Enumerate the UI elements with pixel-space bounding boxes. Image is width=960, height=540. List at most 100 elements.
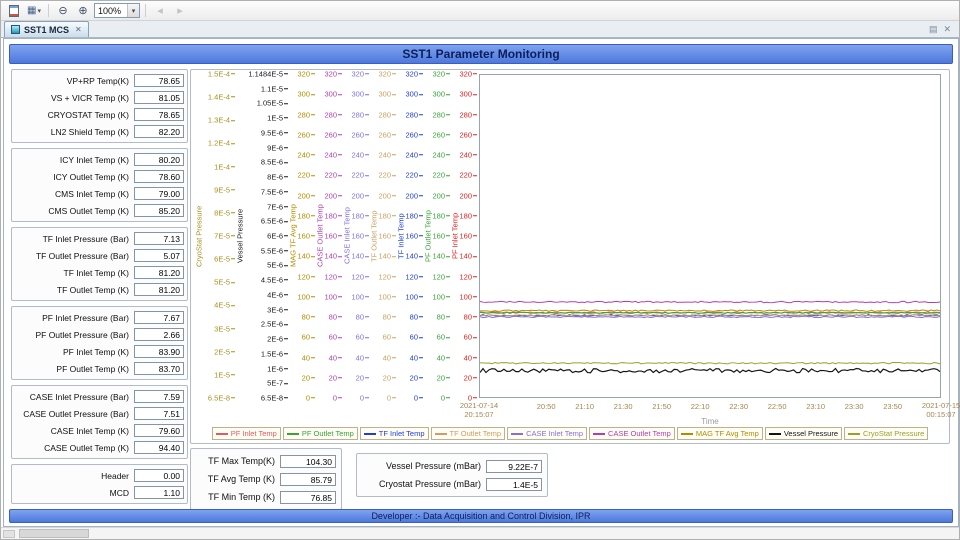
param-label: TF Inlet Pressure (Bar) <box>15 234 134 244</box>
axis-tick: 20 <box>410 374 423 382</box>
param-label: PF Inlet Pressure (Bar) <box>15 313 134 323</box>
param-label: VS + VICR Temp (K) <box>15 93 134 103</box>
axis-tick: 100 <box>297 293 315 301</box>
legend-label: PF Outlet Temp <box>302 429 354 438</box>
legend-swatch <box>511 433 523 435</box>
axis-tick: 180 <box>405 212 423 220</box>
axis-tick: 280 <box>405 111 423 119</box>
param-row: CASE Inlet Temp (K)79.60 <box>15 422 184 439</box>
axis-case-outlet-temp: CASE Outlet Temp320300280260240220200180… <box>315 74 342 398</box>
zoom-select[interactable]: 100% ▾ <box>94 3 140 18</box>
axis-tick: 200 <box>405 192 423 200</box>
axis-tick: 0 <box>306 394 315 402</box>
param-group-1: VP+RP Temp(K)78.65VS + VICR Temp (K)81.0… <box>11 69 188 143</box>
value-readout: 83.90 <box>134 345 184 358</box>
grid-icon: ▦ <box>27 5 36 16</box>
axis-tick: 7.5E-6 <box>261 188 288 196</box>
tabstrip-controls: ▤ ✕ <box>929 24 956 37</box>
axis-tick: 100 <box>324 293 342 301</box>
footer-bar: Developer :- Data Acquisition and Contro… <box>9 509 953 523</box>
legend-item-tf-outlet-temp[interactable]: TF Outlet Temp <box>431 427 506 440</box>
legend-item-pf-outlet-temp[interactable]: PF Outlet Temp <box>283 427 358 440</box>
plot-area[interactable] <box>479 74 941 398</box>
param-row: VP+RP Temp(K)78.65 <box>15 72 184 89</box>
legend-item-case-inlet-temp[interactable]: CASE Inlet Temp <box>507 427 587 440</box>
legend-item-case-outlet-temp[interactable]: CASE Outlet Temp <box>589 427 675 440</box>
tab-close-icon[interactable]: ✕ <box>75 25 82 34</box>
axis-tick: 9E-5 <box>214 186 235 194</box>
axis-tick: 1E-5 <box>214 371 235 379</box>
zoom-in-icon[interactable]: ⊕ <box>74 3 92 19</box>
axis-tick: 100 <box>378 293 396 301</box>
axis-vessel-pressure: Vessel Pressure1.1484E-51.1E-51.05E-51E-… <box>235 74 288 398</box>
axis-tick: 100 <box>405 293 423 301</box>
zoom-out-icon[interactable]: ⊖ <box>54 3 72 19</box>
param-row: TF Inlet Temp (K)81.20 <box>15 264 184 281</box>
axis-tick: 260 <box>378 131 396 139</box>
param-label: CASE Outlet Temp (K) <box>15 443 134 453</box>
tab-list-icon[interactable]: ▤ <box>929 24 938 35</box>
axis-tick: 1.4E-4 <box>208 93 235 101</box>
param-row: TF Avg Temp (K)85.79 <box>196 470 336 488</box>
param-row: PF Inlet Temp (K)83.90 <box>15 343 184 360</box>
axis-tick: 240 <box>324 151 342 159</box>
series-case-outlet-temp <box>480 301 940 302</box>
param-row: Cryostat Pressure (mBar)1.4E-5 <box>362 475 542 493</box>
axis-tick: 220 <box>432 172 450 180</box>
zoom-dropdown-icon[interactable]: ▾ <box>127 4 139 17</box>
param-row: CASE Inlet Pressure (Bar)7.59 <box>15 388 184 405</box>
axis-tick: 60 <box>383 334 396 342</box>
axis-pf-inlet-temp: PF Inlet Temp320300280260240220200180160… <box>450 74 477 398</box>
param-label: TF Outlet Temp (K) <box>15 285 134 295</box>
axis-tick: 80 <box>437 313 450 321</box>
axis-tick: 40 <box>356 354 369 362</box>
axis-tick: 140 <box>297 253 315 261</box>
param-row: PF Outlet Pressure (Bar)2.66 <box>15 326 184 343</box>
axis-tick: 300 <box>324 91 342 99</box>
param-label: ICY Outlet Temp (K) <box>15 172 134 182</box>
param-row: ICY Outlet Temp (K)78.60 <box>15 168 184 185</box>
tf-summary-box: TF Max Temp(K)104.30TF Avg Temp (K)85.79… <box>190 448 342 510</box>
axis-tick: 300 <box>405 91 423 99</box>
x-tick-label: 21:30 <box>614 402 633 411</box>
param-row: CMS Inlet Temp (K)79.00 <box>15 185 184 202</box>
param-row: PF Inlet Pressure (Bar)7.67 <box>15 309 184 326</box>
axis-tick: 40 <box>410 354 423 362</box>
axis-pf-outlet-temp: PF Outlet Temp32030028026024022020018016… <box>423 74 450 398</box>
axis-tick: 200 <box>297 192 315 200</box>
axis-tick: 280 <box>351 111 369 119</box>
legend-item-mag-tf-avg-temp[interactable]: MAG TF Avg Temp <box>677 427 763 440</box>
legend-item-pf-inlet-temp[interactable]: PF Inlet Temp <box>212 427 281 440</box>
param-row: CASE Outlet Pressure (Bar)7.51 <box>15 405 184 422</box>
axis-tick: 200 <box>459 192 477 200</box>
param-label: TF Min Temp (K) <box>196 492 280 502</box>
back-icon[interactable]: ◂ <box>151 3 169 19</box>
axis-tick: 80 <box>302 313 315 321</box>
value-readout: 7.13 <box>134 232 184 245</box>
legend-item-tf-inlet-temp[interactable]: TF Inlet Temp <box>360 427 429 440</box>
tabstrip-close-icon[interactable]: ✕ <box>943 24 951 35</box>
legend-item-cryostat-pressure[interactable]: CryoStat Pressure <box>844 427 928 440</box>
toolbar: ▦▾ ⊖ ⊕ 100% ▾ ◂ ▸ <box>1 1 959 21</box>
param-label: TF Avg Temp (K) <box>196 474 280 484</box>
scrollbar-thumb[interactable] <box>19 529 89 538</box>
export-icon[interactable]: ▦▾ <box>25 3 43 19</box>
report-icon[interactable] <box>5 3 23 19</box>
value-readout: 7.67 <box>134 311 184 324</box>
param-label: Vessel Pressure (mBar) <box>362 461 486 471</box>
tab-sst1-mcs[interactable]: SST1 MCS ✕ <box>4 21 89 37</box>
axis-tick: 4E-6 <box>267 291 288 299</box>
axis-tick: 160 <box>324 232 342 240</box>
param-label: PF Inlet Temp (K) <box>15 347 134 357</box>
axis-tick: 160 <box>297 232 315 240</box>
value-readout: 85.79 <box>280 473 336 486</box>
x-tick-label: 21:10 <box>575 402 594 411</box>
axis-tick: 120 <box>297 273 315 281</box>
axis-tick: 100 <box>351 293 369 301</box>
axis-tick: 60 <box>356 334 369 342</box>
horizontal-scrollbar[interactable] <box>1 527 959 539</box>
forward-icon[interactable]: ▸ <box>171 3 189 19</box>
axis-tick: 240 <box>351 151 369 159</box>
legend-item-vessel-pressure[interactable]: Vessel Pressure <box>765 427 842 440</box>
axis-tick: 80 <box>329 313 342 321</box>
